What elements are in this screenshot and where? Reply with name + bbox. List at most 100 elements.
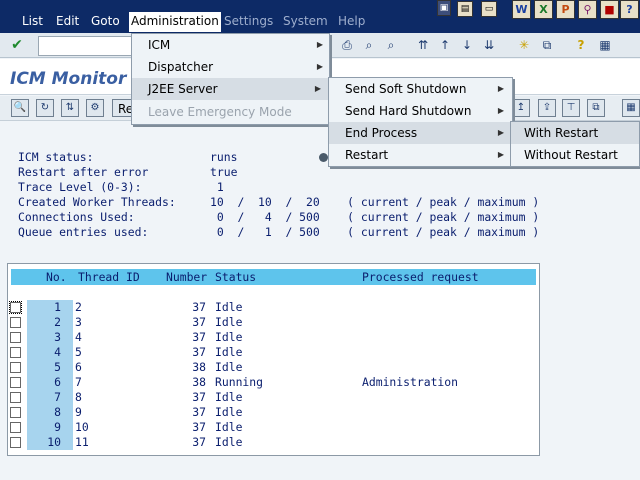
menu-system[interactable]: System [283,13,328,29]
details-icon[interactable]: 🔍 [11,99,29,117]
header-number[interactable]: Number [166,269,207,285]
next-page-icon[interactable]: ↓ [458,36,476,54]
cell-thread-id: 2 [75,300,82,314]
last-page-icon[interactable]: ⇊ [480,36,498,54]
menu-help[interactable]: Help [338,13,365,29]
sort-ascending-icon[interactable]: ↥ [512,99,530,117]
cell-status: Idle [215,330,243,344]
menu-item-end-process[interactable]: End Process ▶ [329,122,512,144]
table-row[interactable]: 7 8 37 Idle [8,390,539,405]
table-row[interactable]: 3 4 37 Idle [8,330,539,345]
row-select-checkbox[interactable] [10,347,21,358]
menu-item-without-restart-label: Without Restart [524,148,618,162]
row-select-checkbox[interactable] [10,362,21,373]
previous-page-icon[interactable]: ↑ [436,36,454,54]
header-processed-request[interactable]: Processed request [362,269,479,285]
menu-item-icm[interactable]: ICM ▶ [132,34,331,56]
row-select-checkbox[interactable] [10,317,21,328]
menu-bar: List Edit Goto Administration Settings S… [0,0,640,33]
table-row[interactable]: 10 11 37 Idle [8,435,539,450]
cell-number: 37 [192,315,206,329]
menu-item-with-restart[interactable]: With Restart [511,122,639,144]
shortcut-icon[interactable]: ⧉ [538,36,556,54]
enter-check-icon[interactable]: ✔ [8,36,26,54]
row-select-checkbox[interactable] [10,407,21,418]
menu-administration[interactable]: Administration [129,12,221,32]
menu-item-dispatcher-label: Dispatcher [148,60,214,74]
menu-goto[interactable]: Goto [91,13,120,29]
chevron-right-icon: ▶ [497,150,504,159]
chevron-right-icon: ▶ [497,106,504,115]
header-thread-id[interactable]: Thread ID [78,269,140,285]
first-page-icon[interactable]: ⇈ [414,36,432,54]
table-row[interactable]: 1 2 37 Idle [8,300,539,315]
cell-number: 37 [192,330,206,344]
cell-number: 37 [192,420,206,434]
filter-icon[interactable]: ⊤ [562,99,580,117]
status-light-icon [319,153,328,162]
cell-number: 37 [192,345,206,359]
row-select-checkbox[interactable] [9,301,22,314]
cell-status: Idle [215,300,243,314]
new-session-icon[interactable]: ▤ [457,1,473,17]
row-select-checkbox[interactable] [10,392,21,403]
customize-layout-icon[interactable]: ▦ [596,36,614,54]
header-no[interactable]: No. [46,269,67,285]
refresh-icon[interactable]: ↻ [36,99,54,117]
command-field[interactable] [38,36,133,56]
table-row[interactable]: 4 5 37 Idle [8,345,539,360]
cell-status: Idle [215,435,243,449]
print-icon[interactable]: ⎙ [338,36,356,54]
row-select-checkbox[interactable] [10,377,21,388]
row-select-checkbox[interactable] [10,437,21,448]
word-icon[interactable]: W [512,0,531,19]
copy-icon[interactable]: ⧉ [587,99,605,117]
table-row[interactable]: 9 10 37 Idle [8,420,539,435]
row-select-checkbox[interactable] [10,422,21,433]
j2ee-server-submenu: Send Soft Shutdown ▶ Send Hard Shutdown ▶ … [328,77,513,167]
menu-list[interactable]: List [22,13,43,29]
menu-edit[interactable]: Edit [56,13,79,29]
cell-status: Idle [215,360,243,374]
menu-settings[interactable]: Settings [224,13,273,29]
menu-item-without-restart[interactable]: Without Restart [511,144,639,166]
menu-item-send-soft-shutdown[interactable]: Send Soft Shutdown ▶ [329,78,512,100]
icm-status-line: ICM status: runs [18,150,238,164]
menu-item-leave-emergency-mode: Leave Emergency Mode [132,101,331,123]
row-select-checkbox[interactable] [10,332,21,343]
menu-item-dispatcher[interactable]: Dispatcher ▶ [132,56,331,78]
find-next-icon[interactable]: ⌕ [382,36,400,54]
restart-after-error-line: Restart after error true [18,165,238,179]
export-icon[interactable]: ⇪ [538,99,556,117]
menu-item-send-hard-shutdown[interactable]: Send Hard Shutdown ▶ [329,100,512,122]
chevron-right-icon: ▶ [316,62,323,71]
grid-layout-icon[interactable]: ▦ [622,99,640,117]
worker-threads-line: Created Worker Threads: 10 / 10 / 20 ( c… [18,195,540,209]
menu-item-restart[interactable]: Restart ▶ [329,144,512,166]
menu-item-j2ee-server-label: J2EE Server [148,82,218,96]
cell-number: 37 [192,390,206,404]
settings-icon[interactable]: ⚙ [86,99,104,117]
help-icon[interactable]: ? [620,0,639,19]
cell-status: Idle [215,345,243,359]
menu-item-j2ee-server[interactable]: J2EE Server ▶ [132,78,329,100]
folder-icon[interactable]: ▭ [481,1,497,17]
stop-icon[interactable]: ■ [600,0,619,19]
cell-thread-id: 4 [75,330,82,344]
excel-icon[interactable]: X [534,0,553,19]
cell-status: Running [215,375,264,389]
layout-menu-icon[interactable]: ▣ [437,0,451,16]
find-icon[interactable]: ⌕ [360,36,378,54]
search-key-icon[interactable]: ⚲ [578,0,597,19]
create-session-icon[interactable]: ✳ [515,36,533,54]
menu-item-send-soft-shutdown-label: Send Soft Shutdown [345,82,467,96]
table-row[interactable]: 8 9 37 Idle [8,405,539,420]
help-button-icon[interactable]: ? [572,36,590,54]
table-row[interactable]: 6 7 38 Running Administration [8,375,539,390]
table-row[interactable]: 5 6 38 Idle [8,360,539,375]
cell-status: Idle [215,405,243,419]
sort-icon[interactable]: ⇅ [61,99,79,117]
header-status[interactable]: Status [215,269,256,285]
powerpoint-icon[interactable]: P [556,0,575,19]
table-row[interactable]: 2 3 37 Idle [8,315,539,330]
